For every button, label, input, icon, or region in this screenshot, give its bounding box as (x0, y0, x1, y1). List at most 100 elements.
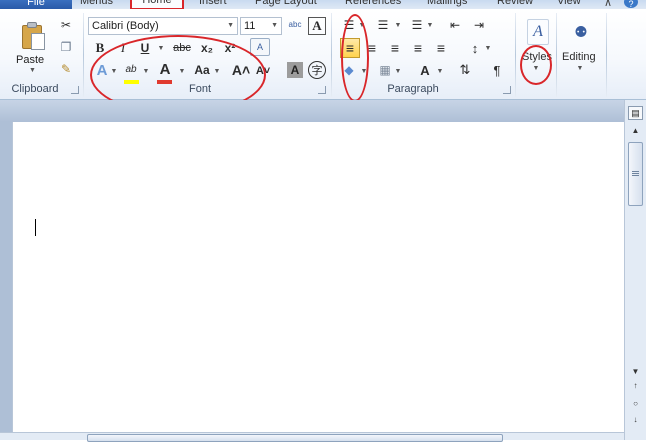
vertical-scrollbar[interactable]: ▤ ▲ ▼ ↑ ○ ↓ (624, 100, 646, 440)
underline-button[interactable]: U (138, 40, 152, 56)
font-size-combobox[interactable]: 11 ▼ (240, 17, 282, 35)
styles-icon[interactable]: A (527, 19, 549, 45)
shrink-font-button[interactable]: A˅ (255, 63, 271, 79)
clipboard-group-label: Clipboard (11, 83, 59, 95)
subscript-button[interactable]: x₂ (198, 40, 216, 56)
decrease-indent-button[interactable]: ⇤ (446, 17, 464, 33)
clear-formatting-button[interactable]: A (250, 38, 270, 56)
scroll-up-icon[interactable]: ▲ (628, 126, 643, 138)
asian-layout-dropdown-arrow[interactable]: ▼ (436, 67, 444, 75)
paragraph-launcher-icon[interactable] (503, 86, 511, 94)
bold-button[interactable]: B (93, 40, 107, 56)
shading-dropdown-arrow[interactable]: ▼ (360, 67, 368, 75)
previous-page-icon[interactable]: ↑ (628, 380, 643, 392)
binoculars-icon[interactable]: ⚉ (570, 19, 592, 45)
tab-page-layout[interactable]: Page Layout (255, 0, 317, 9)
horizontal-scrollbar[interactable] (0, 432, 624, 442)
text-cursor (35, 219, 36, 236)
character-shading-button[interactable]: A (287, 62, 303, 78)
distributed-button[interactable]: ≡ (432, 40, 450, 56)
grip-line (632, 175, 639, 176)
copy-icon[interactable]: ❐ (58, 39, 74, 55)
font-color-button[interactable]: A (157, 60, 173, 78)
borders-dropdown-arrow[interactable]: ▼ (394, 67, 402, 75)
numbering-dropdown-arrow[interactable]: ▼ (394, 21, 402, 29)
editing-dropdown-arrow[interactable]: ▼ (576, 64, 584, 72)
line-spacing-button[interactable]: ↕ (466, 40, 484, 56)
chevron-down-icon[interactable]: ▼ (227, 18, 234, 34)
help-icon[interactable]: ? (624, 0, 638, 9)
tab-file[interactable]: File (0, 0, 72, 9)
text-effects-dropdown-arrow[interactable]: ▼ (110, 67, 118, 75)
center-button[interactable]: ≡ (363, 40, 381, 56)
tab-menus[interactable]: Menus (80, 0, 113, 9)
font-name-combobox[interactable]: Calibri (Body) ▼ (88, 17, 238, 35)
underline-dropdown-arrow[interactable]: ▼ (156, 43, 166, 53)
chevron-down-icon[interactable]: ▼ (271, 18, 278, 34)
tab-view[interactable]: View (557, 0, 581, 9)
change-case-button[interactable]: Aa (191, 62, 213, 78)
tab-mailings[interactable]: Mailings (427, 0, 467, 9)
superscript-button[interactable]: x² (221, 40, 239, 56)
italic-button[interactable]: I (116, 40, 130, 56)
tab-home[interactable]: Home (130, 0, 184, 9)
editing-button-label[interactable]: Editing (562, 51, 596, 63)
view-ruler-icon[interactable]: ▤ (628, 106, 643, 120)
numbering-button[interactable]: ☰ (374, 17, 392, 33)
font-group-label: Font (188, 83, 211, 95)
select-browse-object-icon[interactable]: ○ (628, 398, 643, 410)
font-size-value: 11 (244, 20, 256, 32)
paragraph-group-label: Paragraph (387, 83, 439, 95)
change-case-dropdown-arrow[interactable]: ▼ (213, 67, 221, 75)
character-border-icon[interactable]: A (308, 17, 326, 35)
asian-layout-button[interactable]: A (416, 62, 434, 78)
paste-options-arrow[interactable]: ▼ (29, 67, 36, 74)
scroll-thumb[interactable] (628, 142, 643, 206)
next-page-icon[interactable]: ↓ (628, 414, 643, 426)
font-name-value: Calibri (Body) (92, 20, 159, 32)
scroll-down-icon[interactable]: ▼ (628, 366, 643, 378)
increase-indent-button[interactable]: ⇥ (470, 17, 488, 33)
sort-button[interactable]: ⇅ (456, 62, 474, 78)
text-effects-button[interactable]: A (93, 61, 111, 79)
strikethrough-button[interactable]: abc (172, 40, 192, 56)
shading-button[interactable]: ◆ (340, 62, 358, 78)
justify-button[interactable]: ≡ (409, 40, 427, 56)
paste-label[interactable]: Paste (16, 54, 44, 66)
highlight-dropdown-arrow[interactable]: ▼ (142, 67, 150, 75)
cut-icon[interactable]: ✂ (58, 17, 74, 33)
multilevel-dropdown-arrow[interactable]: ▼ (426, 21, 434, 29)
show-formatting-marks-button[interactable]: ¶ (488, 62, 506, 78)
horizontal-scroll-thumb[interactable] (87, 434, 503, 442)
ribbon: Paste ▼ ✂ ❐ ✎ Clipboard Calibri (Body) ▼… (0, 9, 646, 115)
highlight-button[interactable]: ab (122, 61, 140, 77)
phonetic-guide-icon[interactable]: abc (286, 15, 304, 35)
clipboard-launcher-icon[interactable] (71, 86, 79, 94)
bullets-button[interactable]: ☰ (340, 17, 358, 33)
tab-references[interactable]: References (345, 0, 401, 9)
group-divider (331, 13, 332, 97)
bullets-dropdown-arrow[interactable]: ▼ (358, 21, 366, 29)
enclose-characters-button[interactable]: 字 (308, 61, 326, 79)
format-painter-icon[interactable]: ✎ (58, 61, 74, 77)
grow-font-button[interactable]: A˄ (232, 61, 250, 79)
ruler-area (0, 100, 624, 122)
line-spacing-dropdown-arrow[interactable]: ▼ (484, 44, 492, 52)
group-divider (83, 13, 84, 97)
minimize-ribbon-icon[interactable]: ∧ (604, 0, 612, 9)
clip-icon (27, 22, 37, 28)
styles-dropdown-arrow[interactable]: ▼ (532, 64, 540, 72)
tab-insert[interactable]: Insert (199, 0, 227, 9)
ribbon-tab-strip: File Menus Home Insert Page Layout Refer… (0, 0, 646, 9)
styles-button-label[interactable]: Styles (522, 51, 552, 63)
borders-button[interactable]: ▦ (376, 62, 394, 78)
font-launcher-icon[interactable] (318, 86, 326, 94)
font-color-dropdown-arrow[interactable]: ▼ (178, 67, 186, 75)
group-divider (556, 13, 557, 97)
document-page[interactable] (12, 122, 624, 440)
tab-review[interactable]: Review (497, 0, 533, 9)
align-right-button[interactable]: ≡ (386, 40, 404, 56)
multilevel-list-button[interactable]: ☰ (408, 17, 426, 33)
paste-button[interactable] (20, 21, 46, 51)
left-margin-area (0, 122, 12, 440)
